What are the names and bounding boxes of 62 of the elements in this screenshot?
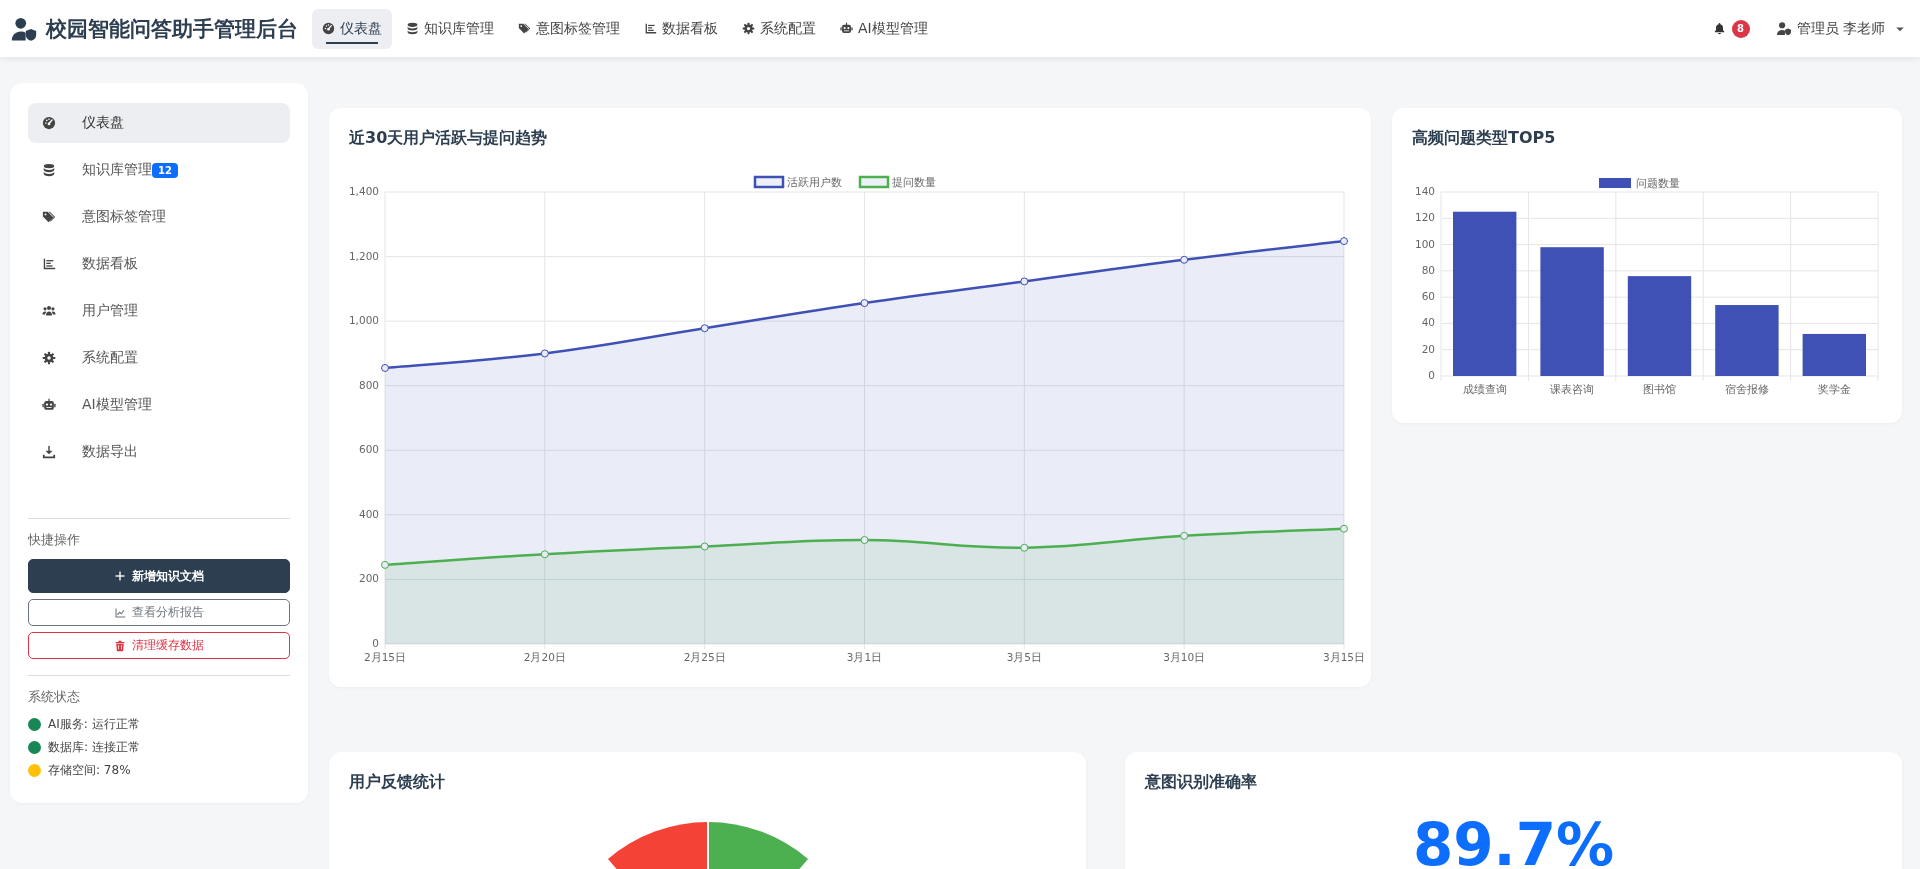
- action-button[interactable]: 清理缓存数据: [28, 632, 290, 659]
- legend-label: 提问数量: [892, 176, 936, 188]
- nav-tab[interactable]: 系统配置: [732, 8, 826, 49]
- accuracy-value: 89.7%: [1411, 816, 1616, 869]
- axis-tick-label: 1,200: [348, 249, 379, 262]
- nav-tab[interactable]: 知识库管理: [396, 8, 504, 49]
- axis-tick-label: 成绩查询: [1462, 383, 1507, 395]
- nav-tab[interactable]: 数据看板: [634, 8, 728, 49]
- axis-tick-label: 140: [1414, 185, 1435, 197]
- sidebar-item[interactable]: 知识库管理 12: [28, 150, 290, 190]
- sidebar-item[interactable]: 用户管理: [28, 291, 290, 331]
- axis-tick-label: 图书馆: [1643, 383, 1676, 395]
- axis-tick-label: 800: [358, 378, 379, 391]
- axis-tick-label: 0: [1428, 369, 1435, 381]
- status-text: 存储空间: 78%: [48, 762, 131, 779]
- axis-tick-label: 40: [1421, 316, 1435, 329]
- sidebar-item[interactable]: 系统配置: [28, 338, 290, 378]
- card-title: 高频问题类型TOP5: [1412, 128, 1557, 148]
- axis-tick-label: 课表咨询: [1550, 383, 1595, 395]
- axis-tick-label: 100: [1414, 237, 1435, 250]
- sidebar-item[interactable]: 数据导出: [28, 432, 290, 472]
- count-badge: 12: [152, 162, 178, 178]
- nav-tab[interactable]: 意图标签管理: [508, 8, 630, 49]
- axis-tick-label: 20: [1421, 342, 1435, 355]
- axis-tick-label: 80: [1421, 263, 1435, 276]
- axis-tick-label: 奖学金: [1817, 383, 1851, 395]
- card-title: 用户反馈统计: [349, 772, 446, 792]
- axis-tick-label: 2月20日: [523, 651, 566, 663]
- axis-tick-label: 120: [1414, 211, 1435, 224]
- axis-tick-label: 60: [1421, 290, 1435, 303]
- action-button[interactable]: 新增知识文档: [28, 559, 290, 593]
- status-text: 数据库: 连接正常: [48, 739, 140, 756]
- axis-tick-label: 2月25日: [683, 651, 726, 663]
- axis-tick-label: 3月15日: [1323, 651, 1365, 663]
- notification-badge: 8: [1731, 19, 1750, 38]
- card-title: 近30天用户活跃与提问趋势: [349, 128, 549, 148]
- app-title: 校园智能问答助手管理后台: [46, 15, 298, 43]
- user-menu[interactable]: 管理员 李老师: [1775, 19, 1906, 38]
- sidebar-item[interactable]: AI模型管理: [28, 385, 290, 425]
- axis-tick-label: 0: [372, 637, 379, 649]
- nav-tab[interactable]: AI模型管理: [830, 8, 938, 49]
- section-heading: 快捷操作: [28, 531, 81, 549]
- section-heading: 系统状态: [28, 688, 81, 706]
- axis-tick-label: 3月10日: [1163, 651, 1206, 663]
- sidebar-item[interactable]: 数据看板: [28, 244, 290, 284]
- status-text: AI服务: 运行正常: [48, 716, 140, 733]
- axis-tick-label: 1,000: [348, 314, 379, 327]
- axis-tick-label: 3月5日: [1006, 651, 1042, 663]
- nav-tab[interactable]: 仪表盘: [312, 8, 392, 49]
- legend-label: 问题数量: [1636, 177, 1680, 189]
- legend-label: 活跃用户数: [787, 176, 842, 188]
- axis-tick-label: 1,400: [348, 185, 379, 197]
- axis-tick-label: 600: [358, 443, 379, 456]
- axis-tick-label: 200: [358, 572, 379, 585]
- sidebar-item[interactable]: 意图标签管理: [28, 197, 290, 237]
- axis-tick-label: 400: [358, 507, 379, 520]
- card-title: 意图识别准确率: [1145, 772, 1258, 792]
- action-button[interactable]: 查看分析报告: [28, 599, 290, 626]
- axis-tick-label: 宿舍报修: [1724, 383, 1769, 395]
- sidebar-item[interactable]: 仪表盘: [28, 103, 290, 143]
- axis-tick-label: 2月15日: [364, 651, 406, 663]
- axis-tick-label: 3月1日: [846, 651, 883, 663]
